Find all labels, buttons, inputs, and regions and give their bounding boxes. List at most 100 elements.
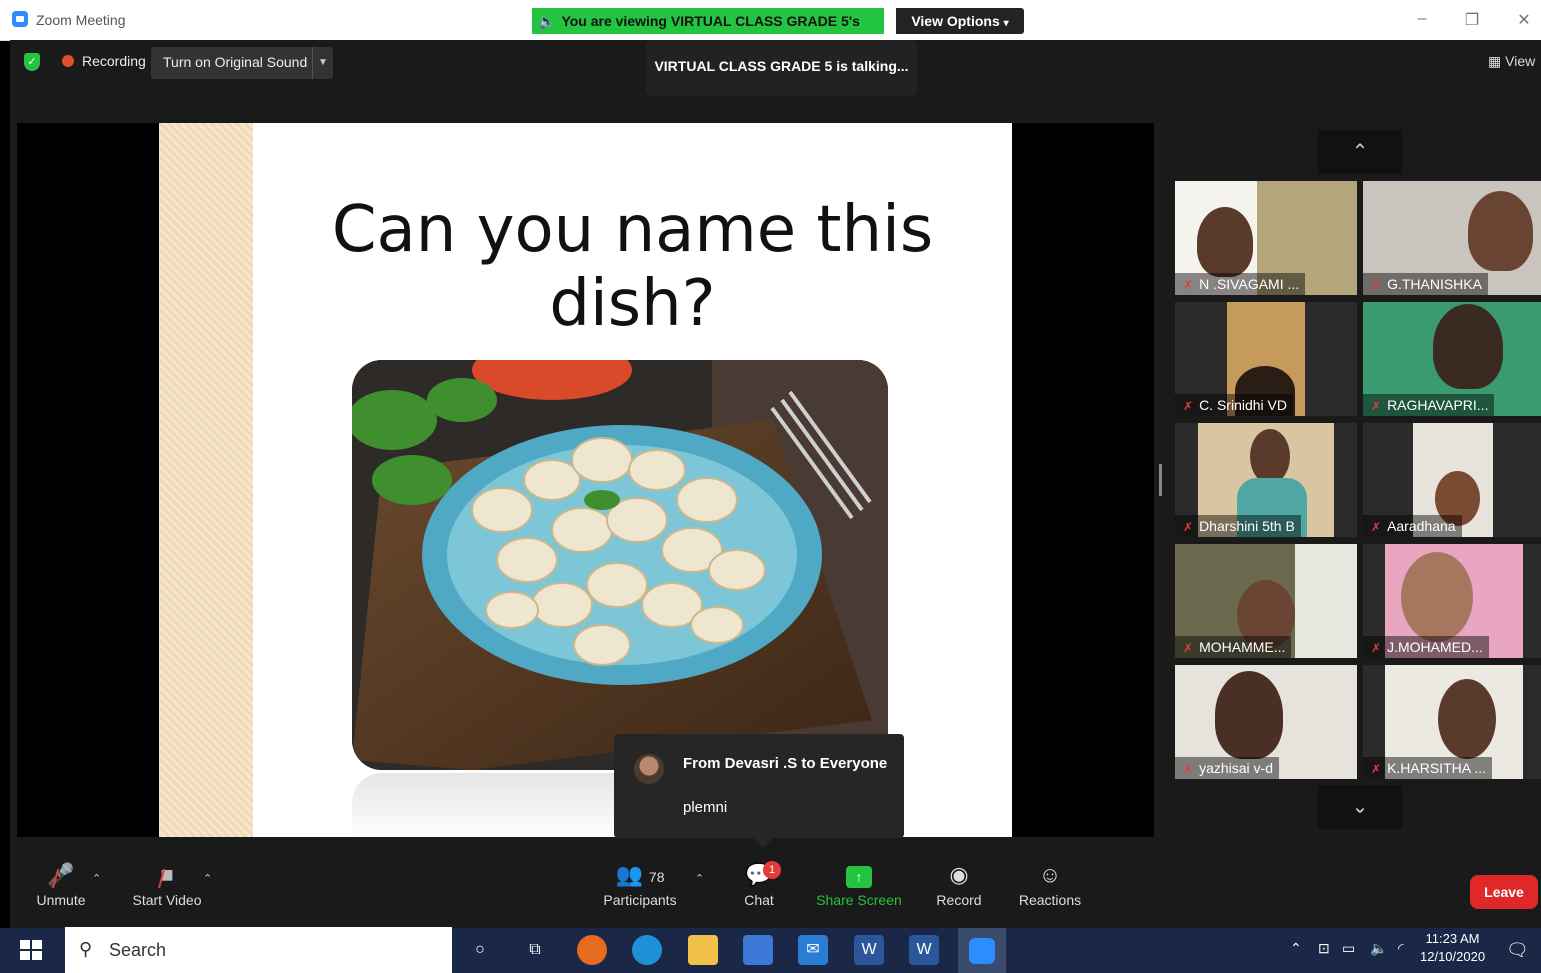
mic-muted-icon: ✗ (1371, 278, 1382, 292)
participant-face (1468, 191, 1533, 271)
zoom-app-icon (12, 11, 28, 27)
original-sound-button[interactable]: Turn on Original Sound ▼ (151, 47, 333, 79)
video-options-caret[interactable]: ⌃ (203, 872, 212, 885)
slide-decor-strip (159, 123, 253, 837)
slide-headline: Can you name this dish? (331, 193, 934, 341)
word-icon[interactable]: W (854, 935, 884, 965)
recording-label[interactable]: Recording (82, 53, 146, 69)
participant-name: ✗ N .SIVAGAMI ... (1175, 273, 1306, 295)
avatar (634, 754, 664, 784)
video-tile[interactable]: ✗ J.MOHAMED... (1363, 544, 1541, 658)
audio-options-caret[interactable]: ⌃ (92, 872, 101, 885)
dumplings-image (352, 360, 888, 770)
tray-device-icon[interactable]: ⊡ (1318, 940, 1330, 957)
video-tile[interactable]: ✗ yazhisai v-d (1175, 665, 1357, 779)
chevron-down-icon[interactable]: ▼ (312, 47, 333, 79)
close-button[interactable]: ✕ (1504, 10, 1541, 30)
firefox-icon[interactable] (577, 935, 607, 965)
system-clock[interactable]: 11:23 AM 12/10/2020 (1420, 930, 1485, 966)
chat-button[interactable]: 💬 1 Chat (735, 858, 783, 908)
chat-notification[interactable]: From Devasri .S to Everyone plemni (614, 734, 904, 848)
start-video-button[interactable]: ■ / Start Video (128, 858, 206, 908)
edge-icon[interactable] (632, 935, 662, 965)
participant-name: ✗ C. Srinidhi VD (1175, 394, 1293, 416)
gallery-scroll-up-button[interactable]: ⌃ (1318, 130, 1402, 174)
mic-muted-icon: ✗ (1371, 762, 1382, 776)
video-tile[interactable]: ✗ Dharshini 5th B (1175, 423, 1357, 537)
panel-splitter[interactable] (1159, 464, 1162, 496)
view-label: View (1505, 53, 1536, 69)
zoom-taskbar-button[interactable] (958, 928, 1006, 973)
mic-muted-icon: ✗ (1371, 520, 1382, 534)
mail-icon[interactable]: ✉ (798, 935, 828, 965)
wifi-icon[interactable]: ◜ (1398, 940, 1403, 957)
clock-time: 11:23 AM (1425, 931, 1480, 946)
mic-muted-icon: ✗ (1371, 641, 1382, 655)
gallery-scroll-down-button[interactable]: ⌄ (1318, 785, 1402, 829)
record-button[interactable]: ◉ Record (930, 858, 988, 908)
mic-muted-icon: 🎤 / (47, 862, 75, 894)
participant-name: ✗ MOHAMME... (1175, 636, 1292, 658)
talking-indicator: VIRTUAL CLASS GRADE 5 is talking... (646, 40, 917, 96)
mic-muted-icon: ✗ (1183, 762, 1194, 776)
start-video-label: Start Video (132, 892, 202, 908)
clock-date: 12/10/2020 (1420, 949, 1486, 964)
video-tile[interactable]: ✗ N .SIVAGAMI ... (1175, 181, 1357, 295)
notifications-icon[interactable]: 🗨 (1506, 940, 1529, 961)
chevron-down-icon: ⌄ (1351, 796, 1369, 818)
cortana-icon[interactable]: ○ (465, 935, 495, 965)
video-tile[interactable]: ✗ G.THANISHKA (1363, 181, 1541, 295)
reactions-button[interactable]: ☺ Reactions (1015, 858, 1085, 908)
shield-icon[interactable]: ✓ (24, 53, 40, 71)
speaker-icon: 🔈 (538, 13, 556, 29)
participant-video (1295, 544, 1357, 658)
view-options-button[interactable]: View Options ▾ (896, 8, 1024, 34)
participant-name: ✗ K.HARSITHA ... (1363, 757, 1492, 779)
share-screen-button[interactable]: ↑ Share Screen (815, 858, 903, 908)
store-icon[interactable] (743, 935, 773, 965)
participant-name: ✗ Aaradhana (1363, 515, 1462, 537)
video-tile[interactable]: ✗ Aaradhana (1363, 423, 1541, 537)
zoom-icon (969, 937, 995, 964)
task-view-icon[interactable]: ⧉ (520, 935, 550, 965)
windows-start-icon[interactable] (20, 940, 44, 962)
participant-name: ✗ J.MOHAMED... (1363, 636, 1489, 658)
volume-icon[interactable]: 🔈 (1370, 940, 1387, 957)
view-button[interactable]: ▦ View (1488, 53, 1535, 70)
participant-face (1250, 429, 1290, 484)
file-explorer-icon[interactable] (688, 935, 718, 965)
participant-name: ✗ G.THANISHKA (1363, 273, 1488, 295)
unmute-button[interactable]: 🎤 / Unmute (30, 858, 92, 908)
word-doc-icon[interactable]: W (909, 935, 939, 965)
participant-face (1401, 552, 1473, 642)
participants-options-caret[interactable]: ⌃ (695, 872, 704, 885)
reactions-icon: ☺ (1038, 862, 1062, 887)
participant-name: ✗ Dharshini 5th B (1175, 515, 1301, 537)
participants-button[interactable]: 👥 78 Participants (600, 858, 680, 908)
share-screen-label: Share Screen (816, 892, 902, 908)
tray-chevron-icon[interactable]: ⌃ (1290, 940, 1302, 957)
participant-face (1438, 679, 1496, 759)
viewing-screen-banner: 🔈 You are viewing VIRTUAL CLASS GRADE 5's… (532, 8, 884, 55)
taskbar-search-box[interactable]: ⚲ Search (65, 927, 452, 973)
leave-button[interactable]: Leave (1470, 875, 1538, 909)
chat-label: Chat (744, 892, 774, 908)
chevron-up-icon: ⌃ (1351, 141, 1369, 163)
video-tile[interactable]: ✗ RAGHAVAPRI... (1363, 302, 1541, 416)
video-tile[interactable]: ✗ C. Srinidhi VD (1175, 302, 1357, 416)
chevron-down-icon: ▾ (1003, 18, 1009, 29)
minimize-button[interactable]: – (1402, 10, 1442, 30)
video-off-icon: ■ / (158, 862, 174, 894)
participants-count: 78 (648, 869, 665, 885)
participants-label: Participants (603, 892, 677, 908)
video-tile[interactable]: ✗ MOHAMME... (1175, 544, 1357, 658)
tray-battery-icon[interactable]: ▭ (1342, 940, 1355, 957)
view-options-label: View Options (911, 13, 1000, 29)
search-label: Search (109, 940, 167, 960)
mic-muted-icon: ✗ (1183, 641, 1194, 655)
participant-name: ✗ yazhisai v-d (1175, 757, 1279, 779)
video-tile[interactable]: ✗ K.HARSITHA ... (1363, 665, 1541, 779)
restore-button[interactable]: ❐ (1452, 10, 1492, 30)
participants-icon: 👥 78 (615, 862, 665, 887)
original-sound-label: Turn on Original Sound (163, 54, 308, 70)
